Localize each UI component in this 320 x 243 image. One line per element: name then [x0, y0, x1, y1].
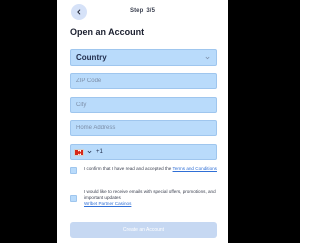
- step-indicator: Step 3/5: [57, 8, 228, 14]
- country-select-value: Country: [76, 53, 107, 62]
- chevron-down-icon[interactable]: [87, 150, 92, 154]
- marketing-text: I would like to receive emails with spec…: [84, 189, 217, 206]
- page-title: Open an Account: [70, 27, 145, 37]
- right-backdrop: [228, 0, 300, 243]
- marketing-label: I would like to receive emails with spec…: [84, 189, 216, 200]
- city-field: [70, 97, 217, 113]
- terms-checkbox[interactable]: [70, 167, 77, 174]
- terms-text: I confirm that I have read and accepted …: [84, 166, 217, 174]
- phone-field[interactable]: +1: [70, 144, 217, 160]
- zip-field: [70, 73, 217, 89]
- partner-casinos-link[interactable]: Wrlbet Partner Casinos: [84, 201, 217, 207]
- address-input[interactable]: [76, 125, 216, 131]
- marketing-consent: I would like to receive emails with spec…: [70, 189, 217, 206]
- dial-code: +1: [96, 149, 103, 155]
- left-backdrop: [0, 0, 57, 243]
- terms-link[interactable]: Terms and Conditions: [173, 166, 217, 171]
- terms-consent: I confirm that I have read and accepted …: [70, 166, 217, 174]
- canada-flag-icon[interactable]: [74, 148, 84, 156]
- signup-card: Step3/5 Open an Account Country +1 I con…: [57, 0, 228, 243]
- terms-label: I confirm that I have read and accepted …: [84, 166, 172, 171]
- city-input[interactable]: [76, 102, 216, 108]
- zip-input[interactable]: [76, 78, 216, 84]
- country-select[interactable]: Country: [70, 49, 217, 66]
- address-field: [70, 120, 217, 136]
- step-value: 3/5: [146, 8, 156, 14]
- marketing-checkbox[interactable]: [70, 195, 77, 202]
- chevron-down-icon: [205, 56, 210, 60]
- step-label: Step: [129, 8, 144, 14]
- create-account-button[interactable]: Create an Account: [70, 222, 217, 238]
